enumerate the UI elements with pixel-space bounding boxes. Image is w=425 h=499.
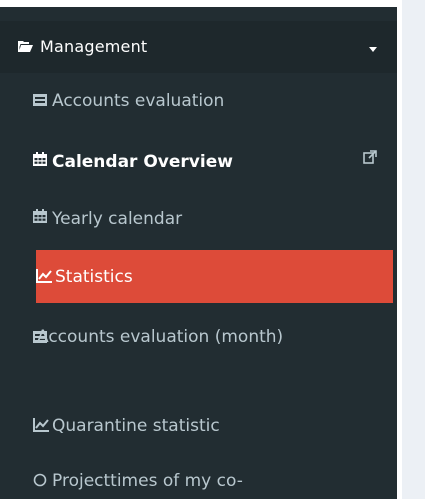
calendar-icon xyxy=(33,209,47,223)
section-label: Management xyxy=(40,37,148,56)
sidebar-section-management[interactable]: Management xyxy=(0,21,397,73)
sidebar-item-label: Calendar Overview xyxy=(52,152,233,172)
sidebar-item-label: Accounts evaluation (month) xyxy=(37,327,284,347)
sidebar-item-projecttimes[interactable]: Projecttimes of my co- xyxy=(0,468,397,498)
sidebar-item-label: Statistics xyxy=(55,267,133,287)
sidebar-item-label: Yearly calendar xyxy=(52,209,183,229)
sidebar-item-label: Projecttimes of my co- xyxy=(52,471,243,491)
folder-open-icon xyxy=(18,41,33,52)
content-area xyxy=(397,0,425,499)
sidebar-item-label: Quarantine statistic xyxy=(52,416,220,436)
list-alt-icon xyxy=(33,94,47,106)
sidebar-item-calendar-overview[interactable]: Calendar Overview xyxy=(0,147,397,177)
sidebar-item-quarantine-statistic[interactable]: Quarantine statistic xyxy=(0,413,397,443)
sidebar-item-accounts-evaluation-month[interactable]: Accounts evaluation (month) xyxy=(0,325,397,385)
calendar-icon xyxy=(33,152,47,166)
chevron-down-icon[interactable] xyxy=(369,47,377,52)
sidebar-item-accounts-evaluation[interactable]: Accounts evaluation xyxy=(0,87,397,117)
circle-icon xyxy=(33,473,47,487)
external-link-icon[interactable] xyxy=(363,150,377,164)
sidebar-item-yearly-calendar[interactable]: Yearly calendar xyxy=(0,204,397,234)
sidebar-item-statistics[interactable]: Statistics xyxy=(36,250,393,303)
line-chart-icon xyxy=(36,269,52,283)
sidebar-menu: Management Accounts evaluation Calendar … xyxy=(0,7,397,499)
sidebar-item-label: Accounts evaluation xyxy=(52,91,225,111)
line-chart-icon xyxy=(33,418,49,432)
content-divider xyxy=(397,0,402,499)
